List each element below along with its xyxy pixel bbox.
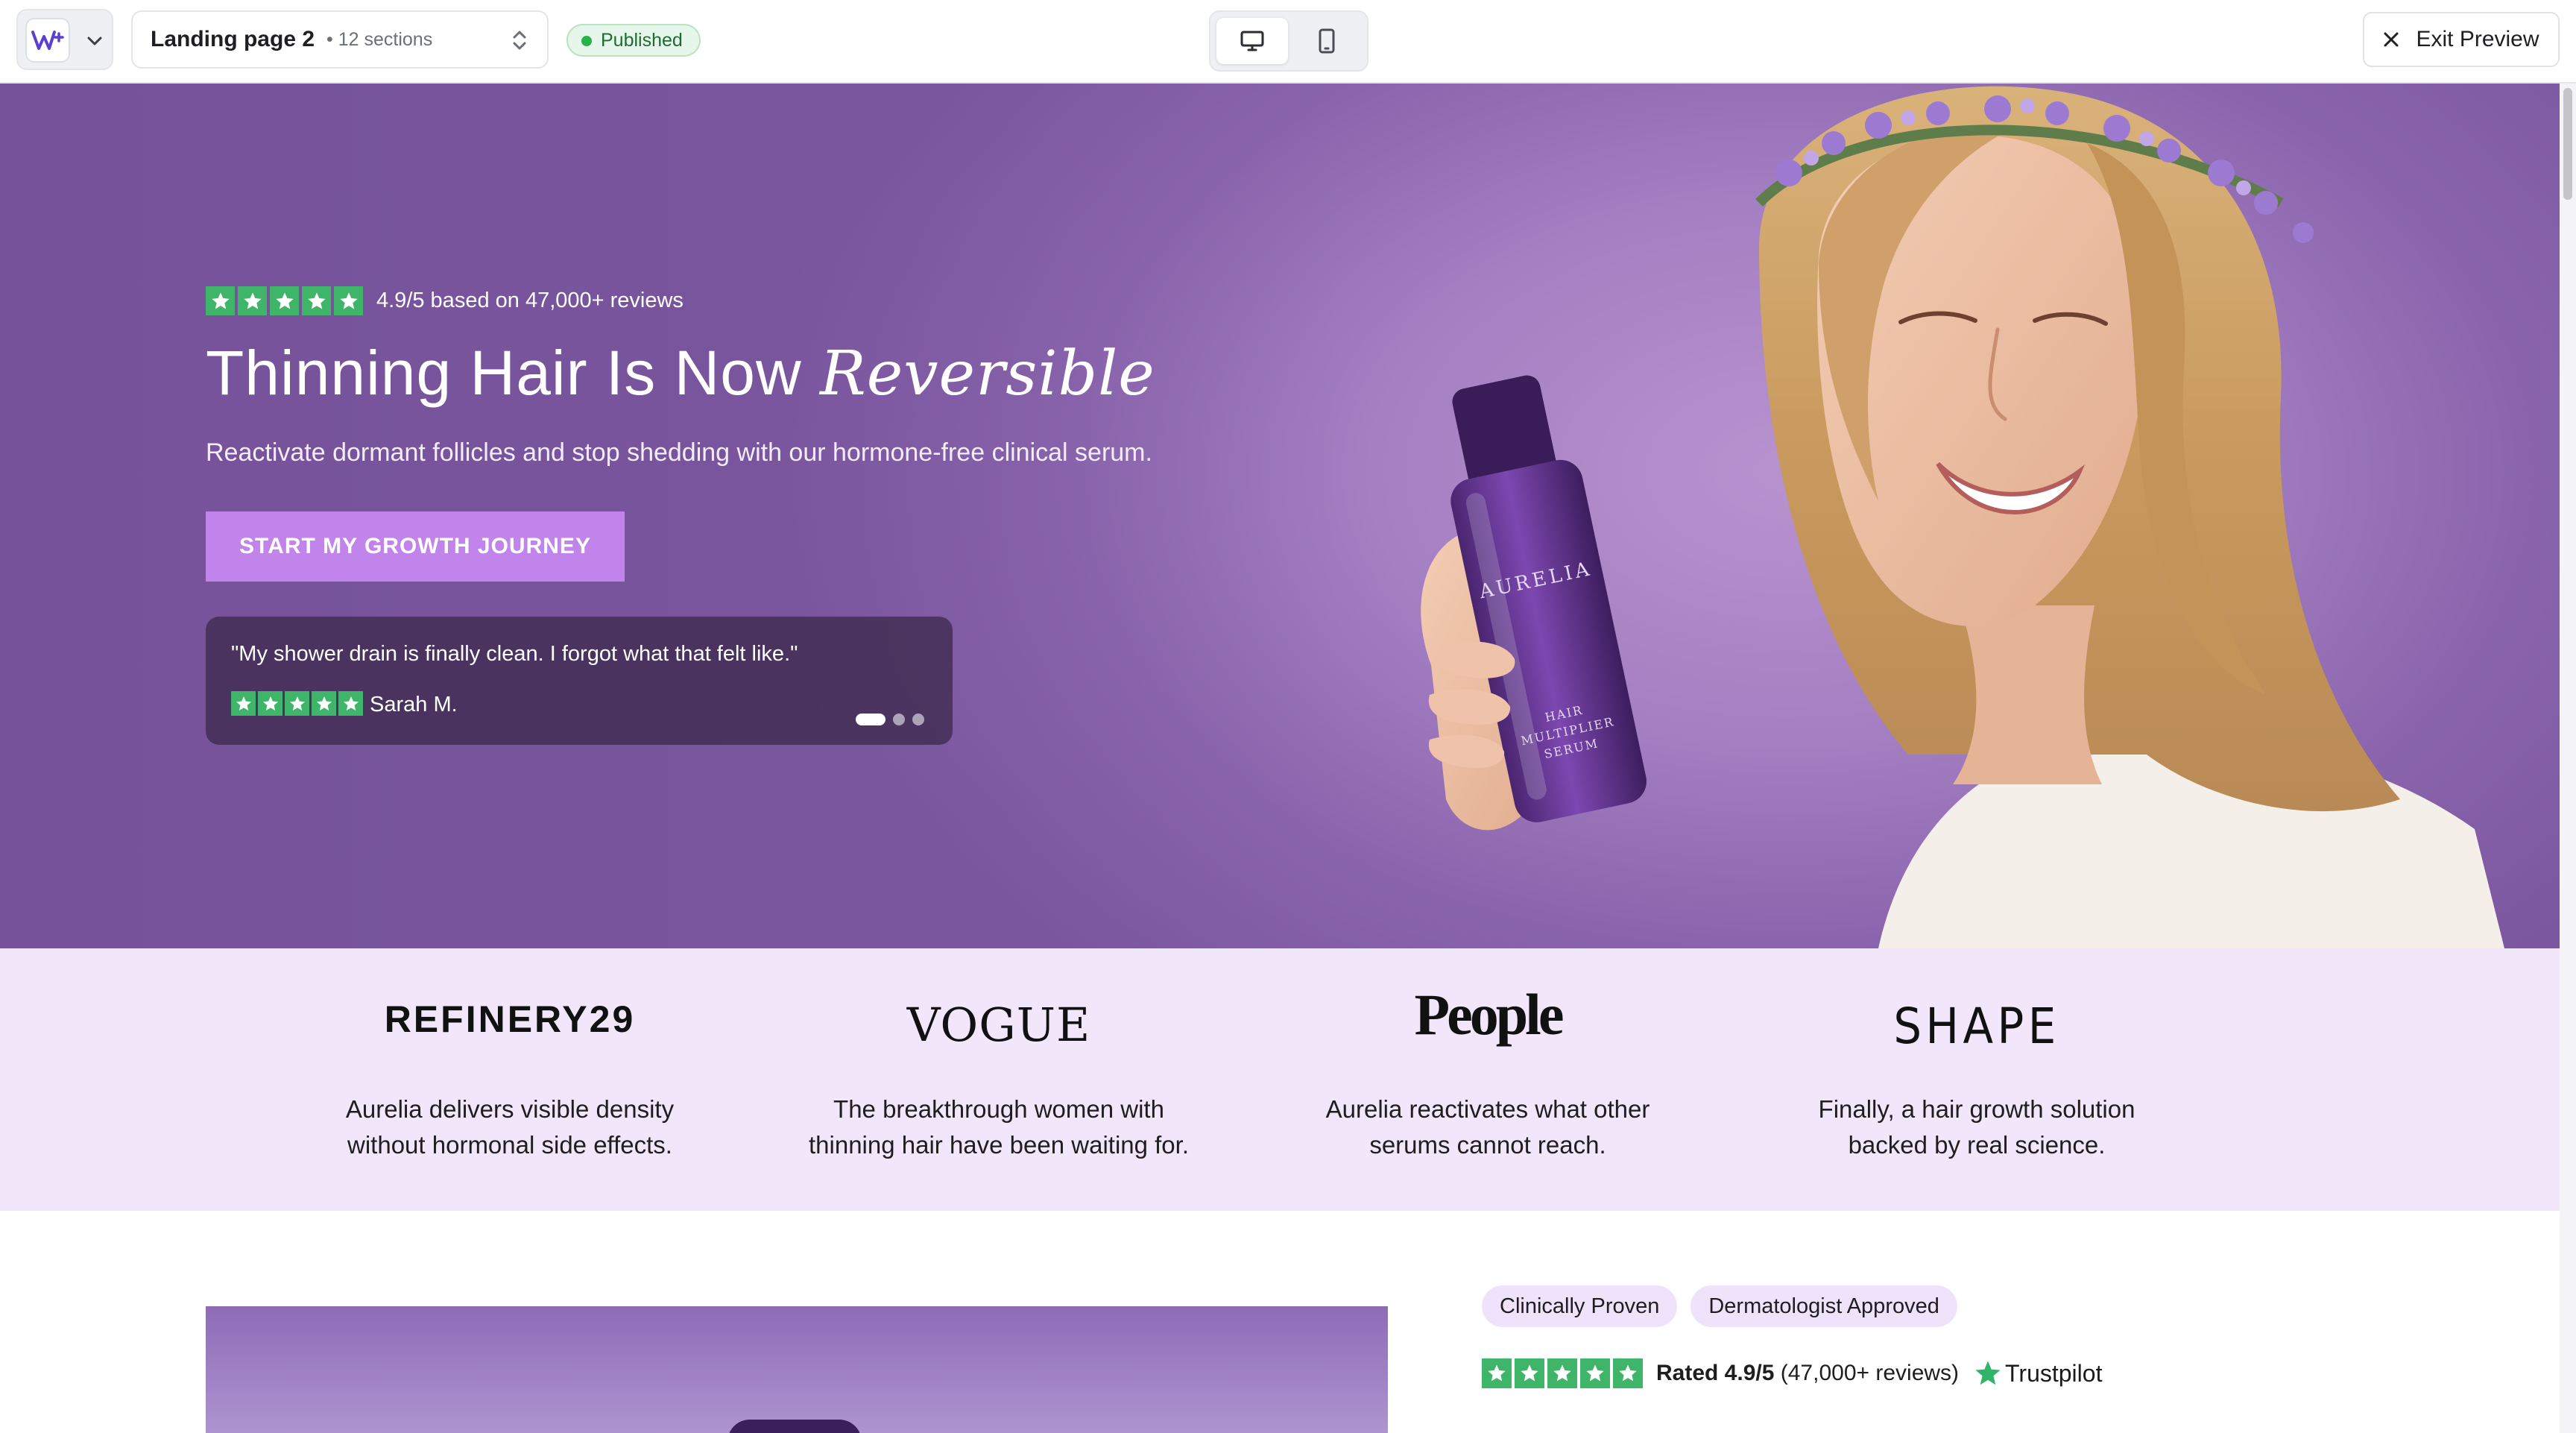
hero-section: AURELIA HAIR MULTIPLIER SERUM 4.9/5 base… [0, 84, 2560, 948]
hero-model-image: AURELIA HAIR MULTIPLIER SERUM [1421, 86, 2504, 948]
testimonial-card: "My shower drain is finally clean. I for… [206, 617, 953, 745]
chevron-updown-icon [513, 31, 526, 50]
star-icon [231, 691, 256, 716]
carousel-dots [856, 714, 924, 725]
desktop-icon [1240, 31, 1264, 51]
star-icon [338, 691, 363, 716]
trustpilot-label: Trustpilot [2005, 1359, 2103, 1387]
hero-rating: 4.9/5 based on 47,000+ reviews [206, 286, 684, 315]
refinery29-logo: REFINERY29 [384, 998, 636, 1040]
hero-title-accent: Reversible [819, 338, 1155, 409]
status-dot [581, 36, 592, 46]
star-icon [1547, 1358, 1577, 1388]
preview-viewport: AURELIA HAIR MULTIPLIER SERUM 4.9/5 base… [0, 84, 2560, 1433]
star-icon [302, 286, 331, 315]
star-icon [1482, 1358, 1512, 1388]
editor-toolbar: Landing page 2 • 12 sections Published E… [0, 0, 2576, 84]
press-quote: Finally, a hair growth solution backed by… [1746, 1092, 2208, 1163]
badge-list: Clinically Proven Dermatologist Approved [1482, 1285, 1957, 1327]
device-toggle [1209, 10, 1368, 72]
press-quote: The breakthrough women with thinning hair… [768, 1092, 1230, 1163]
press-quote-line: serums cannot reach. [1369, 1131, 1606, 1159]
carousel-dot[interactable] [893, 714, 905, 725]
star-icon [206, 286, 235, 315]
app-switcher[interactable] [16, 9, 113, 70]
page-selector[interactable]: Landing page 2 • 12 sections [131, 10, 549, 69]
carousel-dot[interactable] [856, 714, 886, 725]
close-icon [2383, 31, 2399, 48]
product-jar [727, 1420, 862, 1433]
press-quote: Aurelia reactivates what other serums can… [1257, 1092, 1719, 1163]
app-logo-icon [25, 18, 70, 63]
press-quote-line: Aurelia delivers visible density [345, 1095, 675, 1123]
press-quote-line: Finally, a hair growth solution [1818, 1095, 2135, 1123]
hero-title: Thinning Hair Is Now Reversible [206, 337, 1155, 409]
rating-stars [1482, 1358, 1643, 1388]
scrollbar-thumb[interactable] [2563, 88, 2572, 200]
sections-count: • 12 sections [326, 28, 433, 50]
mobile-icon [1319, 28, 1335, 54]
chevron-down-icon[interactable] [83, 30, 106, 52]
vogue-logo: VOGUE [906, 998, 1091, 1052]
status-badge: Published [566, 24, 701, 57]
product-image [206, 1306, 1388, 1433]
trustpilot-star-icon [1975, 1361, 2001, 1385]
trustpilot-rating: Rated 4.9/5 (47,000+ reviews) Trustpilot [1482, 1358, 2102, 1388]
press-quote-line: Aurelia reactivates what other [1325, 1095, 1650, 1123]
rating-text: 4.9/5 based on 47,000+ reviews [376, 289, 684, 312]
trust-rating-text: Rated 4.9/5 (47,000+ reviews) [1656, 1361, 1959, 1386]
press-quote: Aurelia delivers visible density without … [279, 1092, 741, 1163]
testimonial-quote: "My shower drain is finally clean. I for… [231, 642, 798, 666]
hero-title-main: Thinning Hair Is Now [206, 338, 820, 408]
star-icon [1515, 1358, 1544, 1388]
press-quote-line: without hormonal side effects. [347, 1131, 672, 1159]
rating-stars [206, 286, 363, 315]
press-section: REFINERY29 Aurelia delivers visible dens… [0, 948, 2560, 1211]
star-icon [1613, 1358, 1643, 1388]
trust-rating-bold: Rated 4.9/5 [1656, 1361, 1775, 1385]
hero-subtitle: Reactivate dormant follicles and stop sh… [206, 438, 1152, 467]
shape-logo: SHAPE [1893, 998, 2060, 1055]
press-quote-line: The breakthrough women with [833, 1095, 1164, 1123]
product-section: Clinically Proven Dermatologist Approved… [0, 1211, 2560, 1433]
star-icon [334, 286, 363, 315]
star-icon [285, 691, 309, 716]
star-icon [238, 286, 267, 315]
scrollbar[interactable] [2560, 84, 2576, 1433]
trust-rating-count: (47,000+ reviews) [1774, 1361, 1960, 1385]
trustpilot-logo: Trustpilot [1974, 1359, 2102, 1388]
star-icon [270, 286, 299, 315]
cta-button[interactable]: START MY GROWTH JOURNEY [206, 511, 625, 582]
badge-clinically-proven: Clinically Proven [1482, 1285, 1678, 1327]
star-icon [312, 691, 336, 716]
testimonial-author: Sarah M. [370, 693, 458, 716]
star-icon [1580, 1358, 1610, 1388]
mobile-view-button[interactable] [1291, 18, 1363, 64]
people-logo: People [1414, 982, 1565, 1047]
desktop-view-button[interactable] [1216, 18, 1288, 64]
status-label: Published [601, 30, 683, 51]
exit-preview-button[interactable]: Exit Preview [2363, 12, 2560, 67]
page-name: Landing page 2 [151, 27, 315, 51]
star-icon [258, 691, 282, 716]
exit-preview-label: Exit Preview [2416, 27, 2539, 51]
press-quote-line: thinning hair have been waiting for. [808, 1131, 1190, 1159]
testimonial-stars [231, 691, 363, 716]
carousel-dot[interactable] [912, 714, 924, 725]
badge-dermatologist-approved: Dermatologist Approved [1690, 1285, 1957, 1327]
press-quote-line: backed by real science. [1848, 1131, 2106, 1159]
